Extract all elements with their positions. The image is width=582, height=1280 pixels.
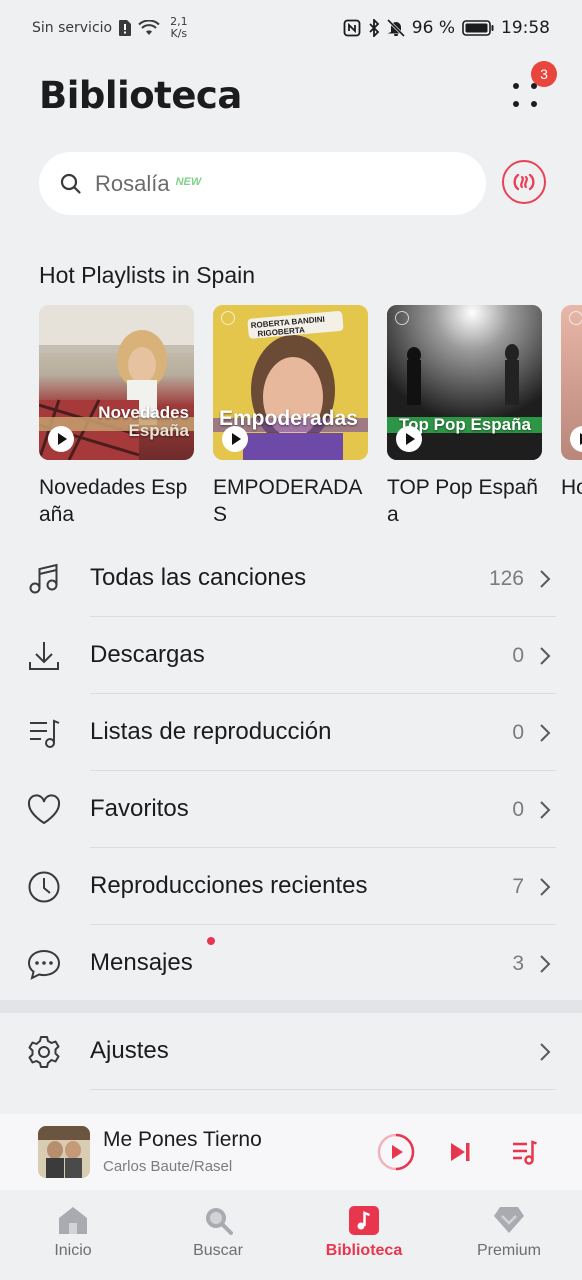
- tab-inicio[interactable]: Inicio: [13, 1204, 133, 1260]
- cover-title: Novedades España: [98, 403, 189, 440]
- divider: [90, 1089, 556, 1090]
- play-button[interactable]: [396, 426, 422, 452]
- menu-label: Ajustes: [90, 1037, 169, 1064]
- new-tag: NEW: [175, 175, 202, 188]
- menu-item-all-songs[interactable]: Todas las canciones 126: [0, 540, 582, 617]
- menu-item-settings[interactable]: Ajustes: [0, 1013, 582, 1090]
- playlist-name: TOP Pop España: [387, 476, 538, 526]
- now-playing-artist: Carlos Baute/Rasel: [103, 1158, 233, 1175]
- chevron-right-icon: [540, 570, 551, 588]
- network-speed: 2,1 K/s: [170, 15, 188, 40]
- chevron-right-icon: [540, 801, 551, 819]
- message-icon: [27, 949, 61, 980]
- menu-item-favorites[interactable]: Favoritos 0: [0, 771, 582, 848]
- clock-time: 19:58: [501, 18, 550, 38]
- menu-label: Favoritos: [90, 795, 189, 822]
- status-bar: Sin servicio 2,1 K/s 96 % 19:58: [0, 0, 582, 60]
- menu-label: Reproducciones recientes: [90, 872, 368, 899]
- music-note-icon: [29, 563, 58, 594]
- brand-logo-icon: [395, 311, 409, 325]
- battery-percent: 96 %: [411, 18, 455, 38]
- dot-icon: [513, 101, 519, 107]
- search-icon: [206, 1208, 233, 1235]
- playlist-name: EMPODERADAS: [213, 476, 363, 526]
- chevron-right-icon: [540, 647, 551, 665]
- chevron-right-icon: [540, 1043, 551, 1061]
- page-title: Biblioteca: [39, 74, 242, 117]
- nfc-icon: [343, 19, 361, 37]
- mute-bell-icon: [386, 19, 405, 37]
- unread-dot: [207, 937, 215, 945]
- playlist-card[interactable]: Ho: [561, 305, 582, 501]
- playlist-name: Novedades España: [39, 476, 188, 526]
- menu-count: 0: [512, 644, 524, 667]
- now-playing-title: Me Pones Tierno: [103, 1128, 262, 1151]
- menu-count: 0: [512, 721, 524, 744]
- clock-icon: [28, 871, 60, 903]
- playlist-card[interactable]: ROBERTA BANDINI RIGOBERTA Empoderadas EM…: [213, 305, 368, 528]
- menu-item-recent[interactable]: Reproducciones recientes 7: [0, 848, 582, 925]
- sound-wave-icon: [513, 173, 535, 191]
- playlist-card[interactable]: Novedades España Novedades España: [39, 305, 194, 528]
- chevron-right-icon: [540, 955, 551, 973]
- notification-badge: 3: [531, 61, 557, 87]
- home-icon: [59, 1207, 87, 1234]
- brand-logo-icon: [569, 311, 582, 325]
- library-icon: [349, 1206, 379, 1235]
- section-separator: [0, 1000, 582, 1013]
- heart-icon: [27, 794, 61, 825]
- playlist-cover: Novedades España: [39, 305, 194, 460]
- search-placeholder: Rosalía: [95, 170, 170, 196]
- menu-count: 0: [512, 798, 524, 821]
- menu-label: Todas las canciones: [90, 564, 307, 591]
- playlist-cover: Top Pop España: [387, 305, 542, 460]
- tab-biblioteca[interactable]: Biblioteca: [304, 1204, 424, 1260]
- hot-playlists-title: Hot Playlists in Spain: [39, 262, 256, 288]
- tab-buscar[interactable]: Buscar: [158, 1204, 278, 1260]
- menu-count: 3: [512, 952, 524, 975]
- chevron-right-icon: [540, 724, 551, 742]
- menu-item-messages[interactable]: Mensajes 3: [0, 925, 582, 1002]
- dot-icon: [531, 101, 537, 107]
- play-button[interactable]: [48, 426, 74, 452]
- skip-next-icon[interactable]: [448, 1140, 472, 1164]
- music-recognition-button[interactable]: [502, 160, 546, 204]
- sim-alert-icon: [119, 20, 132, 36]
- playlist-icon: [30, 719, 60, 748]
- bluetooth-icon: [369, 19, 380, 37]
- play-button[interactable]: [570, 426, 582, 452]
- playlist-cover: [561, 305, 582, 460]
- playlist-carousel[interactable]: Novedades España Novedades España ROBERT…: [39, 305, 582, 535]
- download-icon: [29, 642, 59, 670]
- mini-player[interactable]: Me Pones Tierno Carlos Baute/Rasel: [0, 1114, 582, 1190]
- bottom-navigation: Inicio Buscar Biblioteca Premium: [0, 1190, 582, 1280]
- gear-icon: [28, 1036, 60, 1068]
- album-art-image: [38, 1126, 90, 1178]
- playlist-name: Ho: [561, 476, 582, 499]
- wifi-icon: [138, 20, 160, 35]
- menu-item-downloads[interactable]: Descargas 0: [0, 617, 582, 694]
- playlist-cover: ROBERTA BANDINI RIGOBERTA Empoderadas: [213, 305, 368, 460]
- album-art: [38, 1126, 90, 1178]
- brand-logo-icon: [221, 311, 235, 325]
- search-icon: [60, 173, 81, 194]
- menu-count: 126: [488, 567, 524, 590]
- menu-count: 7: [512, 875, 524, 898]
- chevron-right-icon: [540, 878, 551, 896]
- search-bar[interactable]: Rosalía NEW: [39, 152, 486, 215]
- menu-label: Mensajes: [90, 949, 193, 976]
- menu-label: Descargas: [90, 641, 205, 668]
- play-button[interactable]: [377, 1133, 415, 1171]
- battery-icon: [462, 20, 494, 36]
- play-button[interactable]: [222, 426, 248, 452]
- diamond-icon: [494, 1207, 524, 1233]
- menu-label: Listas de reproducción: [90, 718, 332, 745]
- dot-icon: [513, 83, 519, 89]
- playlist-card[interactable]: Top Pop España TOP Pop España: [387, 305, 542, 528]
- queue-icon[interactable]: [511, 1138, 539, 1166]
- menu-item-playlists[interactable]: Listas de reproducción 0: [0, 694, 582, 771]
- carrier-text: Sin servicio: [32, 20, 113, 36]
- library-menu: Todas las canciones 126 Descargas 0 List…: [0, 540, 582, 1002]
- tab-premium[interactable]: Premium: [449, 1204, 569, 1260]
